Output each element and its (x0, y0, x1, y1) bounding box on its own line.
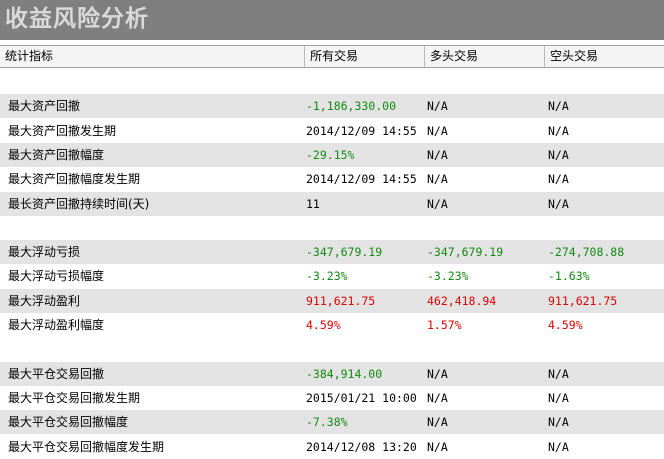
table-cell: 最大资产回撤发生期 (8, 123, 117, 138)
table-row[interactable] (0, 70, 664, 94)
table-cell: -1.63% (548, 269, 590, 284)
table-cell: N/A (548, 390, 569, 405)
table-cell: 最大资产回撤幅度 (8, 147, 105, 162)
table-cell: -347,679.19 (306, 245, 383, 260)
table-cell: N/A (427, 415, 448, 430)
table-cell: 最大平仓交易回撤幅度 (8, 415, 129, 430)
table-cell (306, 337, 422, 361)
table-cell: 4.59% (548, 318, 583, 332)
table-cell: N/A (548, 196, 569, 211)
table-cell: 最大平仓交易回撤发生期 (8, 390, 141, 405)
table-cell: N/A (427, 99, 448, 114)
table-cell: N/A (427, 366, 448, 381)
table-cell: 最大浮动亏损 (8, 245, 81, 260)
table-cell: 462,418.94 (427, 293, 497, 308)
table-row[interactable]: 最大资产回撤发生期 2014/12/09 14:55 N/A N/A (0, 119, 664, 143)
table-cell: 最大资产回撤幅度发生期 (8, 172, 141, 187)
table-cell (8, 216, 304, 240)
table-cell: 最大浮动亏损幅度 (8, 269, 105, 284)
table-cell: -384,914.00 (306, 366, 383, 381)
table-cell: N/A (427, 390, 448, 405)
table-cell: 911,621.75 (548, 293, 618, 308)
table-cell: N/A (548, 439, 569, 454)
table-cell: 最长资产回撤持续时间(天) (8, 196, 150, 211)
table-cell: N/A (427, 147, 448, 162)
column-header-short-trades[interactable]: 空头交易 (544, 46, 664, 67)
table-cell: N/A (427, 123, 448, 138)
table-cell: 最大资产回撤 (8, 99, 81, 114)
table-cell: 2015/01/21 10:00 (306, 390, 417, 405)
column-header-metric[interactable]: 统计指标 (0, 46, 304, 67)
table-cell: 911,621.75 (306, 293, 376, 308)
table-cell: N/A (427, 172, 448, 187)
table-row[interactable]: 最大平仓交易回撤幅度发生期 2014/12/08 13:20 N/A N/A (0, 435, 664, 459)
table-row[interactable]: 最长资产回撤持续时间(天) 11 N/A N/A (0, 191, 664, 216)
table-cell: N/A (548, 415, 569, 430)
table-cell: N/A (427, 196, 448, 211)
table-cell: N/A (548, 366, 569, 381)
table-cell (548, 216, 664, 240)
table-cell: 最大平仓交易回撤 (8, 366, 105, 381)
table-row[interactable]: 最大平仓交易回撤 -384,914.00 N/A N/A (0, 361, 664, 386)
table-cell: -7.38% (306, 415, 348, 430)
table-cell: 最大浮动盈利 (8, 293, 81, 308)
page-title: 收益风险分析 (5, 6, 149, 32)
column-header-long-trades[interactable]: 多头交易 (424, 46, 544, 67)
table-cell: N/A (548, 147, 569, 162)
title-bar: 收益风险分析 (0, 0, 664, 40)
table-cell (548, 337, 664, 361)
table-row[interactable]: 最大浮动亏损幅度 -3.23% -3.23% -1.63% (0, 264, 664, 288)
table-cell: 2014/12/08 13:20 (306, 439, 417, 454)
table-cell: 最大平仓交易回撤幅度发生期 (8, 439, 165, 454)
table-cell: N/A (548, 123, 569, 138)
table-row[interactable]: 最大平仓交易回撤发生期 2015/01/21 10:00 N/A N/A (0, 386, 664, 410)
table-cell: 1.57% (427, 318, 462, 332)
table-cell (306, 216, 422, 240)
table-cell: -3.23% (427, 269, 469, 284)
table-cell (8, 337, 304, 361)
table-cell: 最大浮动盈利幅度 (8, 318, 105, 332)
table-cell (427, 70, 543, 94)
table-cell: -3.23% (306, 269, 348, 284)
table-row[interactable]: 最大浮动盈利 911,621.75 462,418.94 911,621.75 (0, 288, 664, 313)
table-row[interactable]: 最大资产回撤幅度 -29.15% N/A N/A (0, 142, 664, 167)
table-cell: N/A (427, 439, 448, 454)
table-cell (306, 70, 422, 94)
table-cell: 2014/12/09 14:55 (306, 172, 417, 187)
table-header: 统计指标 所有交易 多头交易 空头交易 (0, 45, 664, 68)
table-cell: N/A (548, 99, 569, 114)
table-cell (427, 216, 543, 240)
table-row[interactable]: 最大浮动亏损 -347,679.19 -347,679.19 -274,708.88 (0, 240, 664, 265)
table-cell (427, 337, 543, 361)
table-cell: -1,186,330.00 (306, 99, 397, 114)
column-header-all-trades[interactable]: 所有交易 (304, 46, 424, 67)
table-cell: 2014/12/09 14:55 (306, 123, 417, 138)
table-cell: -347,679.19 (427, 245, 504, 260)
table-cell (548, 70, 664, 94)
table-cell: 11 (306, 196, 320, 211)
table-cell: -29.15% (306, 147, 355, 162)
table-row[interactable] (0, 216, 664, 240)
table-row[interactable]: 最大资产回撤 -1,186,330.00 N/A N/A (0, 94, 664, 119)
table-cell (8, 70, 304, 94)
table-cell: -274,708.88 (548, 245, 625, 260)
table-cell: N/A (548, 172, 569, 187)
table-row[interactable] (0, 337, 664, 361)
table-row[interactable]: 最大浮动盈利幅度 4.59% 1.57% 4.59% (0, 313, 664, 337)
table-cell: 4.59% (306, 318, 341, 332)
table-row[interactable]: 最大资产回撤幅度发生期 2014/12/09 14:55 N/A N/A (0, 167, 664, 191)
table-row[interactable]: 最大平仓交易回撤幅度 -7.38% N/A N/A (0, 410, 664, 435)
